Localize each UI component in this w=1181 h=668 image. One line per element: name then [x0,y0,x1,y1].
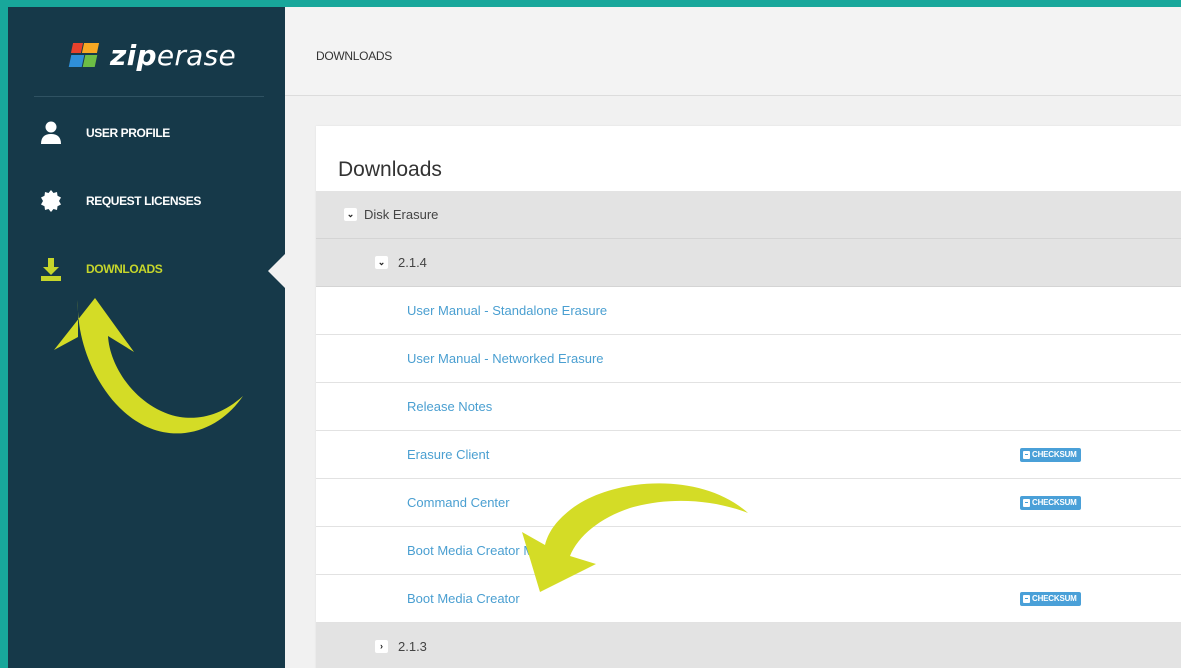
page-title: Downloads [338,158,442,181]
clipboard-icon [1023,594,1030,603]
file-row: Command Center CHECKSUM [316,479,1181,527]
checksum-button[interactable]: CHECKSUM [1020,591,1081,606]
breadcrumb: DOWNLOADS [316,49,392,63]
sidebar-item-label: DOWNLOADS [86,262,163,276]
version-row-2-1-3[interactable]: › 2.1.3 [316,623,1181,668]
file-row: Boot Media Creator CHECKSUM [316,575,1181,623]
sidebar-item-request-licenses[interactable]: REQUEST LICENSES [8,181,285,221]
file-row: Release Notes [316,383,1181,431]
download-icon [41,258,61,281]
logo-text-bold: zip [110,38,157,72]
app-window: ziperase USER PROFILE REQUEST LICENSES D… [8,7,1181,668]
sidebar: ziperase USER PROFILE REQUEST LICENSES D… [8,7,285,668]
logo-text-regular: erase [156,38,237,72]
file-link[interactable]: Command Center [407,495,510,510]
category-label: Disk Erasure [364,207,439,222]
clipboard-icon [1023,498,1030,507]
version-row-2-1-4[interactable]: ⌄ 2.1.4 [316,239,1181,287]
logo-text: ziperase [110,39,236,72]
sidebar-item-label: REQUEST LICENSES [86,194,201,208]
top-bar: DOWNLOADS [285,7,1181,96]
logo[interactable]: ziperase [68,37,236,73]
checksum-label: CHECKSUM [1032,594,1077,603]
clipboard-icon [1023,450,1030,459]
chevron-right-icon[interactable]: › [375,640,388,653]
version-label: 2.1.3 [398,639,427,654]
file-link[interactable]: Release Notes [407,399,492,414]
file-row: User Manual - Standalone Erasure [316,287,1181,335]
sidebar-item-user-profile[interactable]: USER PROFILE [8,113,285,153]
badge-icon [41,190,61,212]
file-link[interactable]: Boot Media Creator [407,591,520,606]
category-row-disk-erasure[interactable]: ⌄ Disk Erasure [316,191,1181,239]
file-row: User Manual - Networked Erasure [316,335,1181,383]
logo-mark-icon [68,41,102,69]
checksum-label: CHECKSUM [1032,450,1077,459]
chevron-down-icon[interactable]: ⌄ [344,208,357,221]
sidebar-item-downloads[interactable]: DOWNLOADS [8,249,285,289]
chevron-down-icon[interactable]: ⌄ [375,256,388,269]
checksum-button[interactable]: CHECKSUM [1020,447,1081,462]
file-link[interactable]: User Manual - Networked Erasure [407,351,604,366]
checksum-button[interactable]: CHECKSUM [1020,495,1081,510]
file-link[interactable]: Boot Media Creator M [407,543,534,558]
version-label: 2.1.4 [398,255,427,270]
sidebar-divider [34,96,264,97]
user-icon [41,121,61,144]
file-row: Erasure Client CHECKSUM [316,431,1181,479]
checksum-label: CHECKSUM [1032,498,1077,507]
file-row: Boot Media Creator M [316,527,1181,575]
sidebar-item-label: USER PROFILE [86,126,170,140]
file-link[interactable]: User Manual - Standalone Erasure [407,303,607,318]
downloads-panel: Downloads ⌄ Disk Erasure ⌄ 2.1.4 User Ma… [316,126,1181,668]
file-link[interactable]: Erasure Client [407,447,489,462]
active-indicator [268,254,285,288]
